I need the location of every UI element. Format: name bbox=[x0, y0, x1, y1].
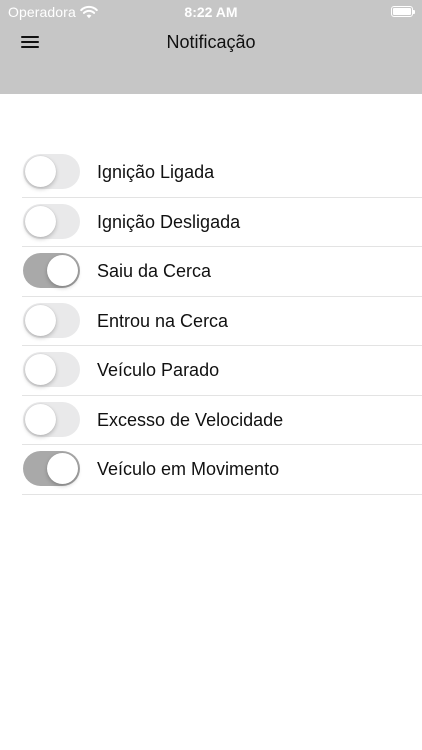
battery-icon bbox=[391, 6, 415, 17]
toggle-excesso-de-velocidade[interactable] bbox=[23, 401, 80, 437]
list-item: Entrou na Cerca bbox=[22, 297, 422, 346]
setting-label: Ignição Ligada bbox=[97, 162, 215, 182]
status-time: 8:22 AM bbox=[184, 4, 238, 20]
notification-settings-list: Ignição Ligada Ignição Desligada Saiu da… bbox=[22, 148, 422, 495]
toggle-knob bbox=[47, 255, 78, 286]
list-item: Excesso de Velocidade bbox=[22, 396, 422, 445]
app-header: Operadora 8:22 AM Notificação bbox=[0, 0, 422, 94]
setting-label: Excesso de Velocidade bbox=[97, 409, 284, 430]
setting-label: Veículo Parado bbox=[97, 360, 220, 380]
toggle-knob bbox=[25, 156, 56, 187]
list-item: Veículo Parado bbox=[22, 346, 422, 396]
toggle-veiculo-em-movimento[interactable] bbox=[23, 451, 80, 486]
list-item: Ignição Ligada bbox=[22, 148, 422, 198]
setting-label: Saiu da Cerca bbox=[97, 261, 212, 281]
list-item: Ignição Desligada bbox=[22, 198, 422, 247]
toggle-knob bbox=[47, 453, 78, 484]
list-item: Veículo em Movimento bbox=[22, 445, 422, 495]
status-bar: Operadora 8:22 AM bbox=[0, 0, 422, 24]
list-item: Saiu da Cerca bbox=[22, 247, 422, 297]
toggle-knob bbox=[25, 354, 56, 385]
setting-label: Veículo em Movimento bbox=[97, 459, 280, 479]
page-title: Notificação bbox=[166, 32, 256, 52]
toggle-ignicao-ligada[interactable] bbox=[23, 154, 80, 189]
setting-label: Entrou na Cerca bbox=[97, 310, 229, 331]
toggle-veiculo-parado[interactable] bbox=[23, 352, 80, 387]
toggle-knob bbox=[25, 205, 56, 237]
toggle-ignicao-desligada[interactable] bbox=[23, 203, 80, 239]
toggle-knob bbox=[25, 304, 56, 336]
toggle-saiu-da-cerca[interactable] bbox=[23, 253, 80, 288]
navigation-bar: Notificação bbox=[0, 24, 422, 94]
setting-label: Ignição Desligada bbox=[97, 211, 241, 232]
toggle-knob bbox=[25, 403, 56, 435]
toggle-entrou-na-cerca[interactable] bbox=[23, 302, 80, 338]
